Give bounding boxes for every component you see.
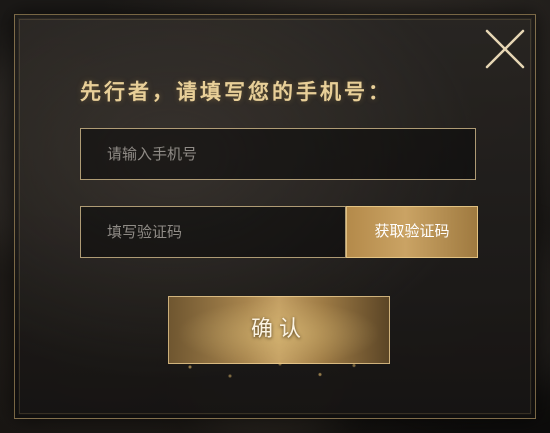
phone-number-field[interactable]	[80, 128, 476, 180]
phone-number-input[interactable]	[81, 129, 475, 179]
login-screen: 先行者，请填写您的手机号： 获取验证码 确认	[0, 0, 550, 433]
verification-code-field[interactable]	[80, 206, 346, 258]
get-verification-code-button[interactable]: 获取验证码	[346, 206, 478, 258]
close-button[interactable]	[482, 26, 528, 72]
confirm-button[interactable]: 确认	[168, 296, 390, 364]
dialog-prompt: 先行者，请填写您的手机号：	[80, 79, 392, 104]
close-icon	[485, 29, 525, 69]
verification-code-input[interactable]	[81, 207, 345, 257]
